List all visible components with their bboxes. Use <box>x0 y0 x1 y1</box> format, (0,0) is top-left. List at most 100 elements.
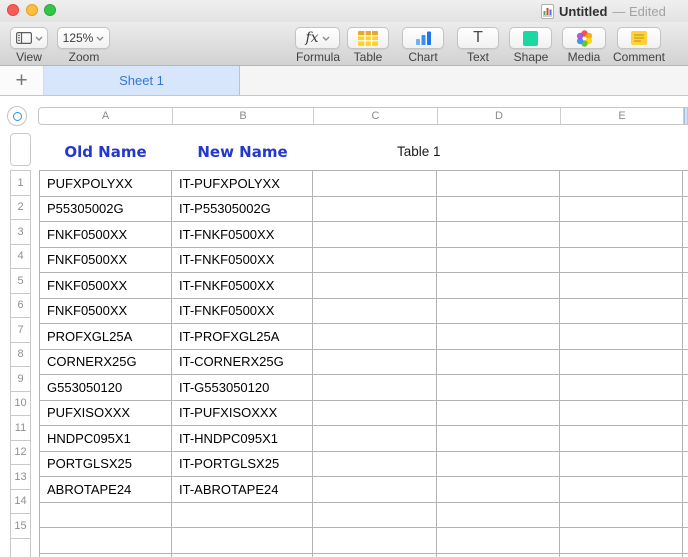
table-cell[interactable] <box>313 324 437 350</box>
table-cell[interactable] <box>560 528 683 554</box>
fullscreen-window-button[interactable] <box>44 4 56 16</box>
minimize-window-button[interactable] <box>26 4 38 16</box>
column-header-a[interactable]: A <box>39 108 173 124</box>
row-number[interactable]: 5 <box>10 268 31 294</box>
row-number[interactable] <box>10 538 31 557</box>
table-cell[interactable] <box>683 503 688 529</box>
table-cell[interactable] <box>313 452 437 478</box>
table-cell[interactable] <box>560 222 683 248</box>
insert-media-button[interactable] <box>562 27 606 49</box>
table-cell[interactable] <box>683 171 688 197</box>
table-cell[interactable] <box>560 324 683 350</box>
column-header-d[interactable]: D <box>438 108 561 124</box>
table-cell[interactable] <box>683 452 688 478</box>
row-number[interactable]: 6 <box>10 293 31 319</box>
table-cell[interactable]: PROFXGL25A <box>40 324 172 350</box>
table-cell[interactable] <box>313 299 437 325</box>
insert-table-button[interactable] <box>347 27 389 49</box>
table-cell[interactable] <box>437 426 560 452</box>
row-number[interactable]: 2 <box>10 195 31 221</box>
table-cell[interactable] <box>560 299 683 325</box>
table-cell[interactable] <box>313 350 437 376</box>
table-cell[interactable] <box>437 299 560 325</box>
table-cell[interactable] <box>313 426 437 452</box>
table-cell[interactable] <box>560 248 683 274</box>
view-button[interactable] <box>10 27 48 49</box>
table-cell[interactable]: IT-PORTGLSX25 <box>172 452 313 478</box>
table-cell[interactable]: IT-FNKF0500XX <box>172 273 313 299</box>
table-cell[interactable] <box>313 273 437 299</box>
table-cell[interactable] <box>313 401 437 427</box>
table-cell[interactable] <box>172 554 313 557</box>
table-cell[interactable] <box>560 401 683 427</box>
row-number[interactable]: 15 <box>10 513 31 539</box>
table-cell[interactable] <box>437 222 560 248</box>
table-cell[interactable] <box>437 477 560 503</box>
table-cell[interactable] <box>437 273 560 299</box>
table-cell[interactable] <box>683 299 688 325</box>
select-table-button[interactable] <box>7 106 27 126</box>
table-cell[interactable] <box>683 426 688 452</box>
table-cell[interactable] <box>313 554 437 557</box>
insert-text-button[interactable]: T <box>457 27 499 49</box>
row-number[interactable]: 12 <box>10 440 31 466</box>
insert-chart-button[interactable] <box>402 27 444 49</box>
table-cell[interactable]: P55305002G <box>40 197 172 223</box>
table-cell[interactable]: IT-PROFXGL25A <box>172 324 313 350</box>
row-number[interactable]: 8 <box>10 342 31 368</box>
table-cell[interactable]: IT-ABROTAPE24 <box>172 477 313 503</box>
table-cell[interactable] <box>313 248 437 274</box>
add-sheet-button[interactable]: + <box>0 66 44 95</box>
table-cell[interactable] <box>437 171 560 197</box>
column-header-f-partial[interactable] <box>684 108 687 124</box>
table-cell[interactable]: IT-PUFXISOXXX <box>172 401 313 427</box>
table-cell[interactable]: HNDPC095X1 <box>40 426 172 452</box>
row-number[interactable]: 14 <box>10 489 31 515</box>
table-cell[interactable]: FNKF0500XX <box>40 299 172 325</box>
sheet-tab[interactable]: Sheet 1 <box>44 66 240 95</box>
table-cell[interactable] <box>40 528 172 554</box>
table-cell[interactable] <box>560 452 683 478</box>
table-title[interactable]: Table 1 <box>397 144 441 159</box>
table-cell[interactable] <box>683 324 688 350</box>
table-cell[interactable]: IT-FNKF0500XX <box>172 222 313 248</box>
table-cell[interactable] <box>683 222 688 248</box>
row-number[interactable]: 9 <box>10 366 31 392</box>
column-header-e[interactable]: E <box>561 108 684 124</box>
table-cell[interactable] <box>560 426 683 452</box>
table-cell[interactable]: IT-HNDPC095X1 <box>172 426 313 452</box>
insert-shape-button[interactable] <box>509 27 552 49</box>
table-cell[interactable] <box>560 273 683 299</box>
table-cell[interactable]: FNKF0500XX <box>40 248 172 274</box>
table-cell[interactable] <box>437 528 560 554</box>
table-cell[interactable] <box>560 477 683 503</box>
table-cell[interactable] <box>172 528 313 554</box>
table-cell[interactable]: IT-FNKF0500XX <box>172 248 313 274</box>
table-cell[interactable] <box>560 197 683 223</box>
table-cell[interactable] <box>437 248 560 274</box>
table-cell[interactable] <box>560 554 683 557</box>
table-cell[interactable] <box>560 350 683 376</box>
table-cell[interactable]: FNKF0500XX <box>40 222 172 248</box>
table-cell[interactable] <box>313 197 437 223</box>
table-cell[interactable] <box>437 452 560 478</box>
row-number[interactable]: 3 <box>10 219 31 245</box>
table-cell[interactable] <box>437 350 560 376</box>
row-number[interactable]: 4 <box>10 244 31 270</box>
row-header-cap[interactable] <box>10 133 31 166</box>
table-cell[interactable] <box>437 375 560 401</box>
column-header-b[interactable]: B <box>173 108 314 124</box>
table-cell[interactable]: FNKF0500XX <box>40 273 172 299</box>
table-cell[interactable] <box>313 503 437 529</box>
row-number[interactable]: 7 <box>10 317 31 343</box>
table-cell[interactable] <box>683 528 688 554</box>
table-cell[interactable] <box>683 197 688 223</box>
table-cell[interactable] <box>313 477 437 503</box>
row-number[interactable]: 10 <box>10 391 31 417</box>
formula-button[interactable]: fx <box>295 27 340 49</box>
row-number[interactable]: 13 <box>10 464 31 490</box>
table-cell[interactable] <box>683 477 688 503</box>
table-cell[interactable] <box>313 222 437 248</box>
table-cell[interactable]: PORTGLSX25 <box>40 452 172 478</box>
table-cell[interactable]: IT-PUFXPOLYXX <box>172 171 313 197</box>
